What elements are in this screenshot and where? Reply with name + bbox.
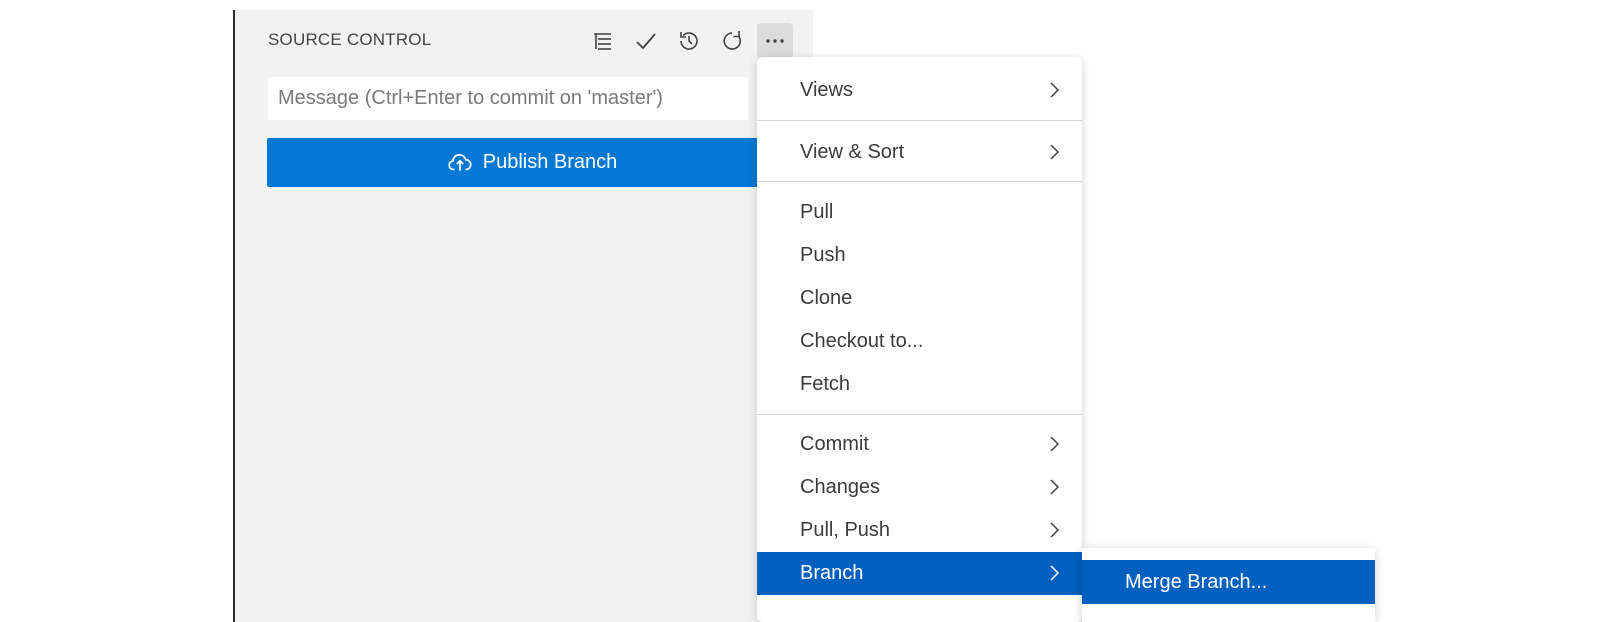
refresh-button[interactable] [714, 23, 750, 59]
menu-separator [757, 181, 1082, 182]
menu-item-label: Changes [800, 476, 881, 498]
refresh-icon [723, 31, 742, 50]
commit-message-input[interactable] [268, 77, 748, 120]
more-actions-button[interactable] [757, 23, 793, 59]
menu-item-changes[interactable]: Changes [757, 466, 1082, 509]
menu-item-label: Branch [800, 562, 864, 584]
chevron-right-icon [1050, 522, 1060, 538]
menu-item-merge-branch[interactable]: Merge Branch... [1082, 560, 1375, 604]
menu-item-label: Checkout to... [800, 330, 924, 352]
menu-item-label: Pull [800, 201, 834, 223]
chevron-right-icon [1050, 479, 1060, 495]
view-as-tree-icon [594, 33, 611, 50]
menu-item-label: Commit [800, 433, 869, 455]
menu-item-pull-push[interactable]: Pull, Push [757, 509, 1082, 552]
publish-branch-button[interactable]: Publish Branch [267, 138, 797, 187]
menu-item-label: Push [800, 244, 846, 266]
chevron-right-icon [1050, 565, 1060, 581]
menu-item-label: View & Sort [800, 141, 905, 163]
menu-separator [757, 120, 1082, 121]
menu-item-label: Fetch [800, 373, 851, 395]
menu-item-commit[interactable]: Commit [757, 423, 1082, 466]
source-control-panel: SOURCE CONTROL Message (Ctrl+Enter to co… [235, 10, 813, 622]
menu-item-label: Clone [800, 287, 853, 309]
panel-title: SOURCE CONTROL [268, 30, 432, 49]
menu-item-push[interactable]: Push [757, 234, 1082, 277]
commit-check-icon [636, 33, 656, 50]
menu-item-label: Pull, Push [800, 519, 891, 541]
chevron-right-icon [1050, 436, 1060, 452]
menu-item-branch[interactable]: Branch [757, 552, 1082, 595]
more-actions-icon [766, 39, 784, 43]
history-icon [680, 32, 698, 50]
menu-item-view-and-sort[interactable]: View & Sort [757, 131, 1082, 174]
more-actions-menu: Views View & Sort Pull Push Clone Checko… [757, 57, 1082, 622]
menu-item-checkout-to[interactable]: Checkout to... [757, 320, 1082, 363]
menu-item-clone[interactable]: Clone [757, 277, 1082, 320]
menu-item-label: Views [800, 79, 853, 101]
publish-branch-label: Publish Branch [482, 151, 618, 173]
view-as-tree-button[interactable] [585, 23, 621, 59]
menu-item-fetch[interactable]: Fetch [757, 363, 1082, 406]
chevron-right-icon [1050, 144, 1060, 160]
menu-separator [757, 414, 1082, 415]
panel-toolbar [585, 23, 800, 59]
history-button[interactable] [671, 23, 707, 59]
menu-item-label: Merge Branch... [1125, 570, 1268, 593]
menu-item-views[interactable]: Views [757, 69, 1082, 112]
commit-button[interactable] [628, 23, 664, 59]
branch-submenu: Merge Branch... [1082, 548, 1375, 622]
chevron-right-icon [1050, 82, 1060, 98]
menu-item-pull[interactable]: Pull [757, 191, 1082, 234]
cloud-upload-icon [448, 153, 472, 171]
